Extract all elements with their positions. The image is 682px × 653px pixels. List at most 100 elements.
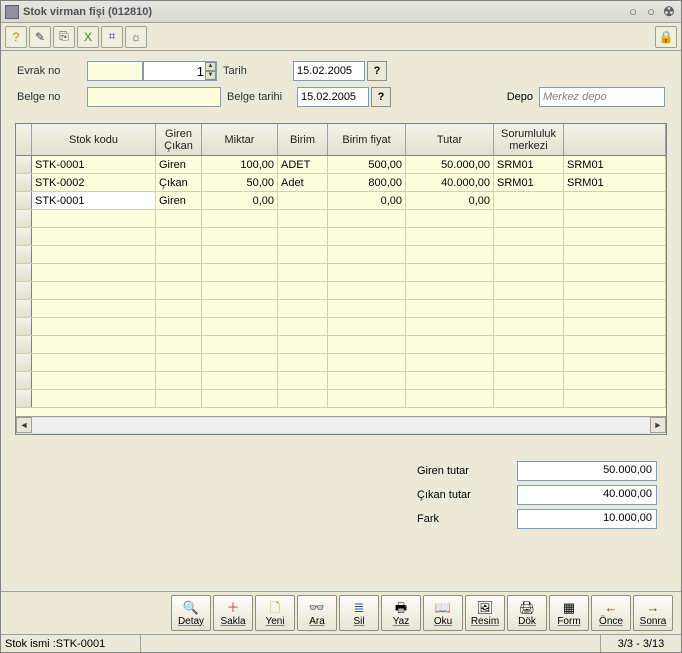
cell-sm[interactable] <box>494 372 564 389</box>
cell-miktar[interactable] <box>202 246 278 263</box>
resim-button[interactable]: 🖼Resim <box>465 595 505 631</box>
cell-stok[interactable] <box>32 264 156 281</box>
belge-tarih-input[interactable] <box>297 87 369 107</box>
cell-gc[interactable]: Çıkan <box>156 174 202 191</box>
table-row[interactable]: STK-0001Giren0,000,000,00 <box>16 192 666 210</box>
col-stok-kodu[interactable]: Stok kodu <box>32 124 156 155</box>
table-row[interactable] <box>16 336 666 354</box>
cell-gc[interactable] <box>156 264 202 281</box>
cell-tutar[interactable] <box>406 246 494 263</box>
cell-miktar[interactable] <box>202 210 278 227</box>
cell-bf[interactable] <box>328 228 406 245</box>
cell-ex[interactable] <box>564 318 666 335</box>
ara-button[interactable]: 👓Ara <box>297 595 337 631</box>
table-row[interactable]: STK-0001Giren100,00ADET500,0050.000,00SR… <box>16 156 666 174</box>
yeni-button[interactable]: 🗋Yeni <box>255 595 295 631</box>
cell-bf[interactable]: 0,00 <box>328 192 406 209</box>
cell-stok[interactable] <box>32 372 156 389</box>
cell-tutar[interactable]: 40.000,00 <box>406 174 494 191</box>
close-icon[interactable]: ☢ <box>661 4 677 20</box>
cell-gc[interactable]: Giren <box>156 156 202 173</box>
cell-sm[interactable] <box>494 390 564 407</box>
cell-gc[interactable] <box>156 246 202 263</box>
cell-stok[interactable] <box>32 228 156 245</box>
cell-gc[interactable] <box>156 318 202 335</box>
cell-ex[interactable] <box>564 192 666 209</box>
cell-stok[interactable] <box>32 318 156 335</box>
cell-tutar[interactable] <box>406 354 494 371</box>
cell-bf[interactable]: 500,00 <box>328 156 406 173</box>
cell-bf[interactable] <box>328 264 406 281</box>
cell-sm[interactable] <box>494 210 564 227</box>
grid-icon[interactable]: ⌗ <box>101 26 123 48</box>
table-row[interactable] <box>16 318 666 336</box>
cell-ex[interactable] <box>564 246 666 263</box>
table-row[interactable] <box>16 264 666 282</box>
cell-sm[interactable] <box>494 354 564 371</box>
sakla-button[interactable]: ＋Sakla <box>213 595 253 631</box>
belge-tarih-lookup-button[interactable]: ? <box>371 87 391 107</box>
row-head[interactable] <box>16 372 32 389</box>
cell-ex[interactable] <box>564 336 666 353</box>
col-sorumluluk[interactable]: Sorumluluk merkezi <box>494 124 564 155</box>
cell-miktar[interactable] <box>202 336 278 353</box>
row-head[interactable] <box>16 210 32 227</box>
help-icon[interactable]: ? <box>5 26 27 48</box>
cell-sm[interactable] <box>494 318 564 335</box>
cell-birim[interactable] <box>278 354 328 371</box>
cell-bf[interactable] <box>328 282 406 299</box>
col-extra[interactable] <box>564 124 666 155</box>
cell-bf[interactable] <box>328 246 406 263</box>
cell-miktar[interactable] <box>202 372 278 389</box>
table-row[interactable] <box>16 228 666 246</box>
cell-tutar[interactable] <box>406 372 494 389</box>
cell-gc[interactable] <box>156 336 202 353</box>
cell-miktar[interactable] <box>202 354 278 371</box>
row-head[interactable] <box>16 390 32 407</box>
scroll-right-icon[interactable]: ► <box>650 417 666 433</box>
cell-miktar[interactable] <box>202 318 278 335</box>
önce-button[interactable]: ←Önce <box>591 595 631 631</box>
tarih-input[interactable] <box>293 61 365 81</box>
belge-input[interactable] <box>87 87 221 107</box>
cell-ex[interactable] <box>564 390 666 407</box>
sil-button[interactable]: ≣Sil <box>339 595 379 631</box>
oku-button[interactable]: 📖Oku <box>423 595 463 631</box>
cell-birim[interactable]: Adet <box>278 174 328 191</box>
cell-birim[interactable] <box>278 282 328 299</box>
cell-tutar[interactable] <box>406 318 494 335</box>
table-row[interactable] <box>16 372 666 390</box>
cell-birim[interactable] <box>278 264 328 281</box>
cell-miktar[interactable] <box>202 282 278 299</box>
cell-birim[interactable] <box>278 336 328 353</box>
edit-icon[interactable]: ✎ <box>29 26 51 48</box>
cell-birim[interactable] <box>278 210 328 227</box>
copy-icon[interactable]: ⎘ <box>53 26 75 48</box>
row-head[interactable] <box>16 318 32 335</box>
table-row[interactable] <box>16 282 666 300</box>
row-head[interactable] <box>16 192 32 209</box>
cell-miktar[interactable] <box>202 300 278 317</box>
cell-ex[interactable] <box>564 354 666 371</box>
cell-sm[interactable]: SRM01 <box>494 156 564 173</box>
row-head[interactable] <box>16 336 32 353</box>
cell-tutar[interactable] <box>406 336 494 353</box>
col-miktar[interactable]: Miktar <box>202 124 278 155</box>
cell-gc[interactable] <box>156 300 202 317</box>
cell-bf[interactable] <box>328 210 406 227</box>
cell-miktar[interactable] <box>202 264 278 281</box>
cell-birim[interactable] <box>278 246 328 263</box>
cell-gc[interactable] <box>156 282 202 299</box>
cell-birim[interactable] <box>278 300 328 317</box>
col-giren-cikan[interactable]: Giren Çıkan <box>156 124 202 155</box>
lock-icon[interactable]: 🔒 <box>655 26 677 48</box>
cell-sm[interactable] <box>494 336 564 353</box>
tarih-lookup-button[interactable]: ? <box>367 61 387 81</box>
cell-sm[interactable] <box>494 300 564 317</box>
maximize-icon[interactable]: ○ <box>643 4 659 20</box>
cell-sm[interactable]: SRM01 <box>494 174 564 191</box>
row-head[interactable] <box>16 246 32 263</box>
cell-sm[interactable] <box>494 282 564 299</box>
cell-bf[interactable] <box>328 354 406 371</box>
row-head[interactable] <box>16 174 32 191</box>
